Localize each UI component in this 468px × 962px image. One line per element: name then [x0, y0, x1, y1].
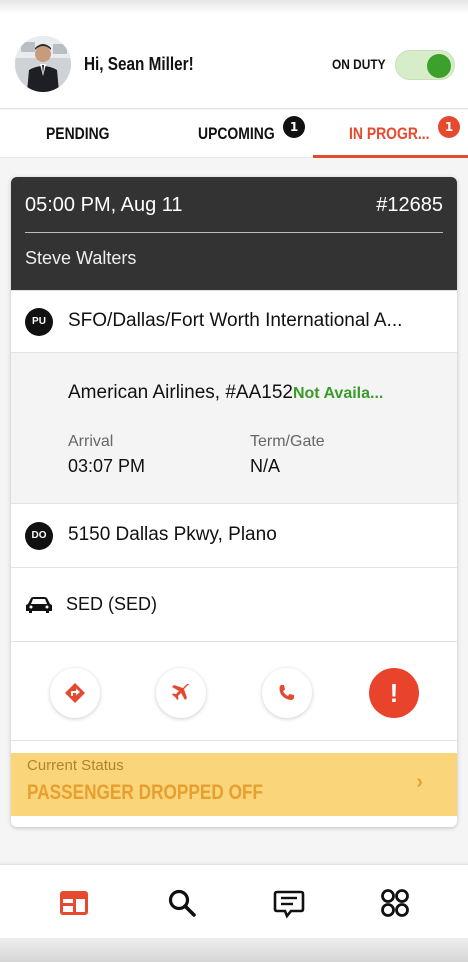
flight-info: American Airlines, #AA152Not Availa... A… [11, 352, 457, 503]
pickup-tag: PU [25, 308, 53, 336]
dropoff-tag: DO [25, 522, 53, 550]
status-label: Current Status [27, 757, 124, 774]
tab-pending[interactable]: PENDING [0, 110, 156, 158]
home-indicator-area [0, 938, 468, 962]
dropoff-row[interactable]: DO 5150 Dallas Pkwy, Plano [11, 503, 457, 567]
pickup-address: SFO/Dallas/Fort Worth International A... [68, 310, 403, 331]
tab-label: IN PROGR... [349, 124, 430, 143]
nav-messages[interactable] [271, 885, 307, 921]
vehicle-row: SED (SED) [11, 567, 457, 641]
avatar[interactable] [15, 36, 71, 92]
trip-time: 05:00 PM, Aug 11 [25, 194, 183, 216]
trip-actions: ! [11, 641, 457, 741]
vehicle-type: SED (SED) [66, 594, 158, 614]
gate-label: Term/Gate [250, 433, 325, 450]
trip-card[interactable]: 05:00 PM, Aug 11 #12685 Steve Walters PU… [11, 177, 457, 827]
alert-icon: ! [389, 678, 399, 708]
search-icon [168, 889, 196, 917]
duty-label: ON DUTY [332, 56, 386, 72]
trip-card-header: 05:00 PM, Aug 11 #12685 Steve Walters [11, 177, 457, 290]
pickup-row[interactable]: PU SFO/Dallas/Fort Worth International A… [11, 290, 457, 352]
greeting-text: Hi, Sean Miller! [84, 54, 194, 74]
nav-dashboard[interactable] [56, 885, 92, 921]
tab-label: PENDING [46, 124, 110, 143]
arrival-value: 03:07 PM [68, 456, 146, 476]
directions-icon [65, 683, 85, 703]
trip-tabs: PENDING UPCOMING 1 IN PROGR... 1 [0, 110, 468, 158]
phone-icon [279, 685, 294, 700]
chat-icon [273, 890, 305, 919]
nav-search[interactable] [164, 885, 200, 921]
call-button[interactable] [262, 668, 312, 718]
active-tab-indicator [313, 155, 468, 158]
status-value: PASSENGER DROPPED OFF [27, 781, 264, 804]
status-bar-area [0, 0, 468, 14]
trip-number: #12685 [376, 194, 443, 216]
tab-badge: 1 [283, 116, 305, 138]
flight-status: Not Availa... [292, 385, 384, 402]
car-icon [25, 596, 53, 618]
duty-toggle[interactable] [395, 50, 455, 80]
current-status-bar[interactable]: Current Status PASSENGER DROPPED OFF › [11, 753, 457, 816]
tab-label: UPCOMING [198, 124, 275, 143]
flight-airline: American Airlines, #AA152 [68, 382, 293, 403]
gate-value: N/A [250, 456, 281, 476]
flight-line: American Airlines, #AA152Not Availa... [68, 382, 383, 404]
toggle-knob [427, 54, 451, 78]
passenger-name: Steve Walters [25, 248, 137, 268]
nav-more[interactable] [377, 885, 413, 921]
tab-badge: 1 [438, 116, 460, 138]
dropoff-address: 5150 Dallas Pkwy, Plano [68, 524, 277, 545]
tab-upcoming[interactable]: UPCOMING 1 [156, 110, 313, 158]
flight-button[interactable] [156, 668, 206, 718]
arrival-label: Arrival [68, 433, 114, 450]
alert-button[interactable]: ! [369, 668, 419, 718]
chevron-right-icon: › [416, 771, 423, 793]
tab-in-progress[interactable]: IN PROGR... 1 [313, 110, 468, 158]
app-header: Hi, Sean Miller! ON DUTY [0, 14, 468, 109]
airplane-icon [172, 684, 190, 700]
apps-icon [381, 889, 409, 917]
dashboard-icon [60, 891, 88, 915]
bottom-navigation [0, 864, 468, 938]
directions-button[interactable] [50, 668, 100, 718]
divider [25, 232, 443, 233]
